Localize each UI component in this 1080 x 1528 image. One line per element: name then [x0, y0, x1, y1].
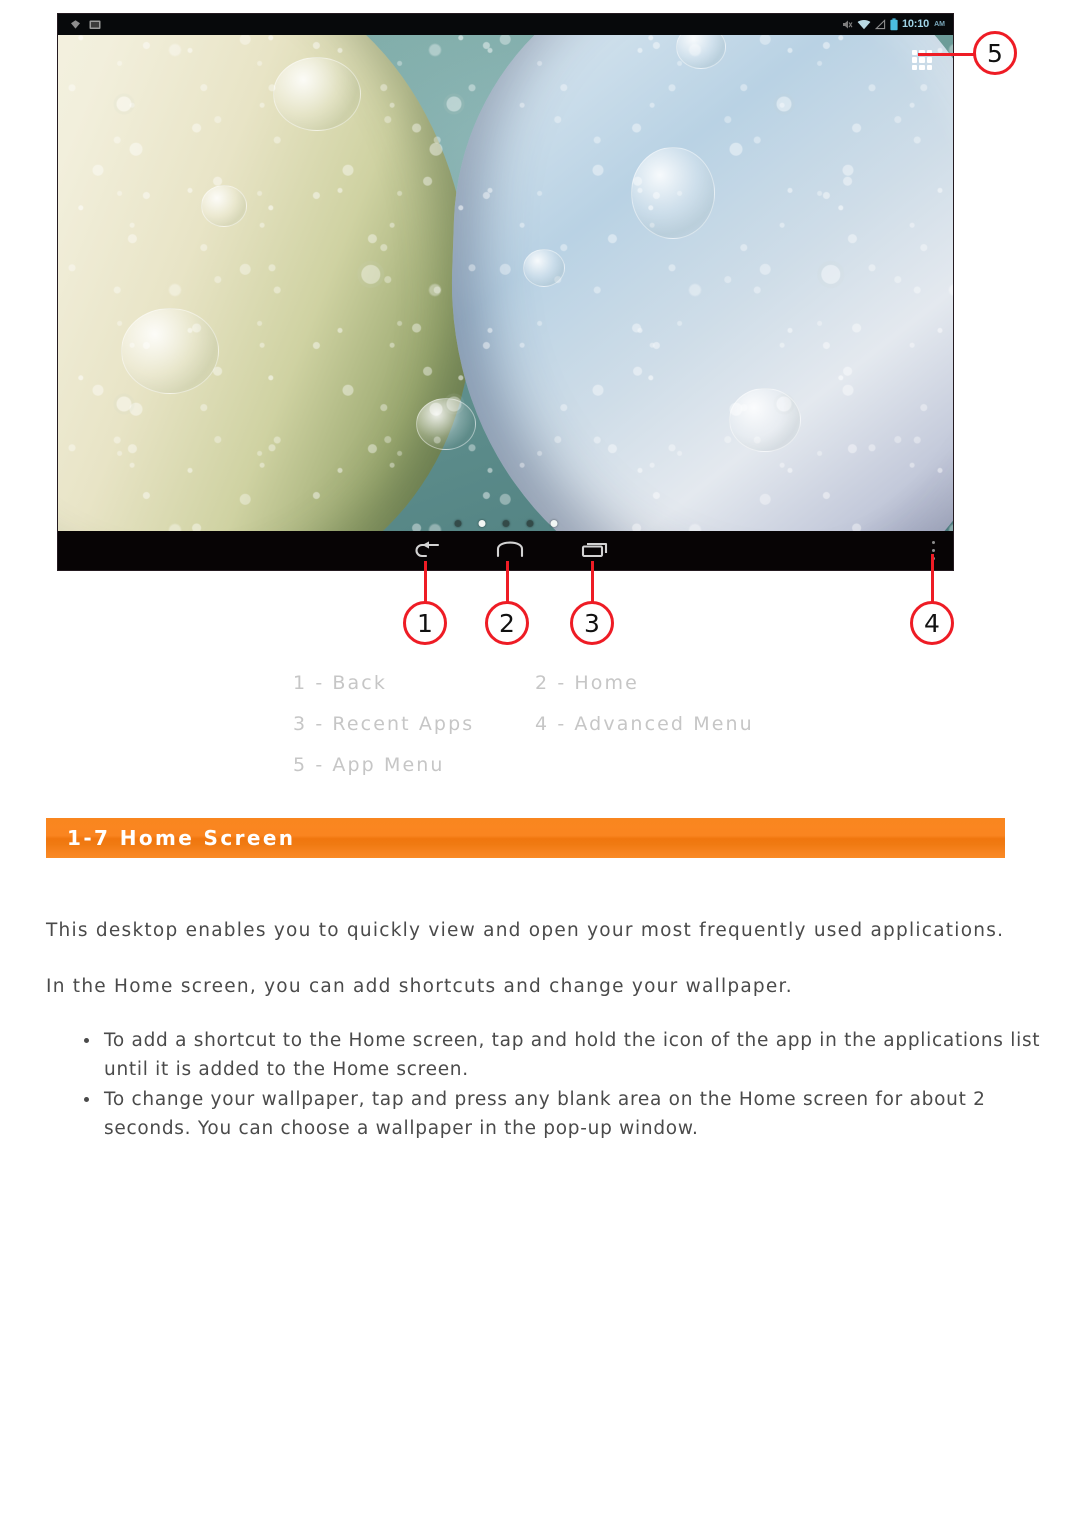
section-header-bar: 1-7 Home Screen	[46, 818, 1005, 858]
home-icon	[496, 541, 524, 558]
recent-apps-icon	[581, 542, 608, 558]
app-grid-dot	[926, 57, 932, 63]
recent-apps-button[interactable]	[575, 538, 615, 562]
callout-badge-2: 2	[485, 601, 529, 645]
body-paragraph: In the Home screen, you can add shortcut…	[46, 976, 793, 997]
section-title: 1-7 Home Screen	[67, 826, 296, 850]
callout-badge-4: 4	[910, 601, 954, 645]
app-grid-dot	[926, 64, 932, 70]
wallpaper-blob-right	[440, 14, 953, 548]
legend-item-1: 1 - Back	[293, 671, 387, 694]
screenshot-notification-icon	[89, 20, 101, 29]
wallpaper-blob-left	[58, 14, 486, 548]
page-dot[interactable]	[550, 520, 557, 527]
back-button[interactable]	[407, 538, 447, 562]
legend-row: 1 - Back 2 - Home	[293, 662, 853, 703]
tablet-device-mockup: 10:10 AM	[57, 13, 954, 571]
legend-item-4: 4 - Advanced Menu	[535, 712, 754, 735]
callout-leader-1	[424, 561, 427, 602]
back-icon	[415, 541, 440, 558]
home-page-indicator[interactable]	[454, 520, 557, 527]
callout-leader-5	[918, 53, 975, 56]
app-grid-dot	[912, 50, 918, 56]
mute-icon	[842, 20, 853, 29]
home-button[interactable]	[490, 538, 530, 562]
signal-icon	[874, 19, 886, 30]
status-bar-clock-ampm: AM	[934, 21, 945, 28]
legend-row: 5 - App Menu	[293, 744, 853, 785]
app-grid-dot	[919, 64, 925, 70]
page-dot[interactable]	[502, 520, 509, 527]
callout-leader-3	[591, 561, 594, 602]
legend-row: 3 - Recent Apps 4 - Advanced Menu	[293, 703, 853, 744]
page-dot-active[interactable]	[478, 520, 485, 527]
page-dot[interactable]	[454, 520, 461, 527]
status-bar-clock: 10:10	[901, 18, 930, 30]
legend-item-5: 5 - App Menu	[293, 753, 445, 776]
status-bar-system-icons[interactable]: 10:10 AM	[842, 18, 953, 31]
body-paragraph: This desktop enables you to quickly view…	[46, 919, 1005, 941]
bullet-item: To change your wallpaper, tap and press …	[80, 1085, 1044, 1143]
app-grid-dot	[912, 57, 918, 63]
home-screen-figure: 10:10 AM 1 2 3 4 5	[0, 0, 1080, 660]
bullet-item: To add a shortcut to the Home screen, ta…	[80, 1026, 1044, 1084]
callout-badge-3: 3	[570, 601, 614, 645]
legend-item-2: 2 - Home	[535, 671, 639, 694]
status-bar-notifications[interactable]	[58, 19, 101, 30]
advanced-menu-dot	[932, 541, 935, 544]
callout-leader-4	[931, 554, 934, 602]
advanced-menu-dot	[932, 549, 935, 552]
app-grid-dot	[912, 64, 918, 70]
section-body: This desktop enables you to quickly view…	[46, 893, 1040, 1144]
legend-item-3: 3 - Recent Apps	[293, 712, 475, 735]
wifi-notification-icon	[71, 20, 80, 29]
page-dot[interactable]	[526, 520, 533, 527]
wallpaper-image	[58, 14, 953, 548]
app-grid-dot	[919, 57, 925, 63]
callout-legend: 1 - Back 2 - Home 3 - Recent Apps 4 - Ad…	[293, 662, 853, 785]
body-bullet-list: To add a shortcut to the Home screen, ta…	[46, 1026, 1040, 1143]
battery-icon	[890, 18, 898, 31]
status-bar[interactable]: 10:10 AM	[58, 14, 953, 35]
wifi-icon	[857, 20, 871, 30]
callout-leader-2	[506, 561, 509, 602]
callout-badge-1: 1	[403, 601, 447, 645]
callout-badge-5: 5	[973, 31, 1017, 75]
